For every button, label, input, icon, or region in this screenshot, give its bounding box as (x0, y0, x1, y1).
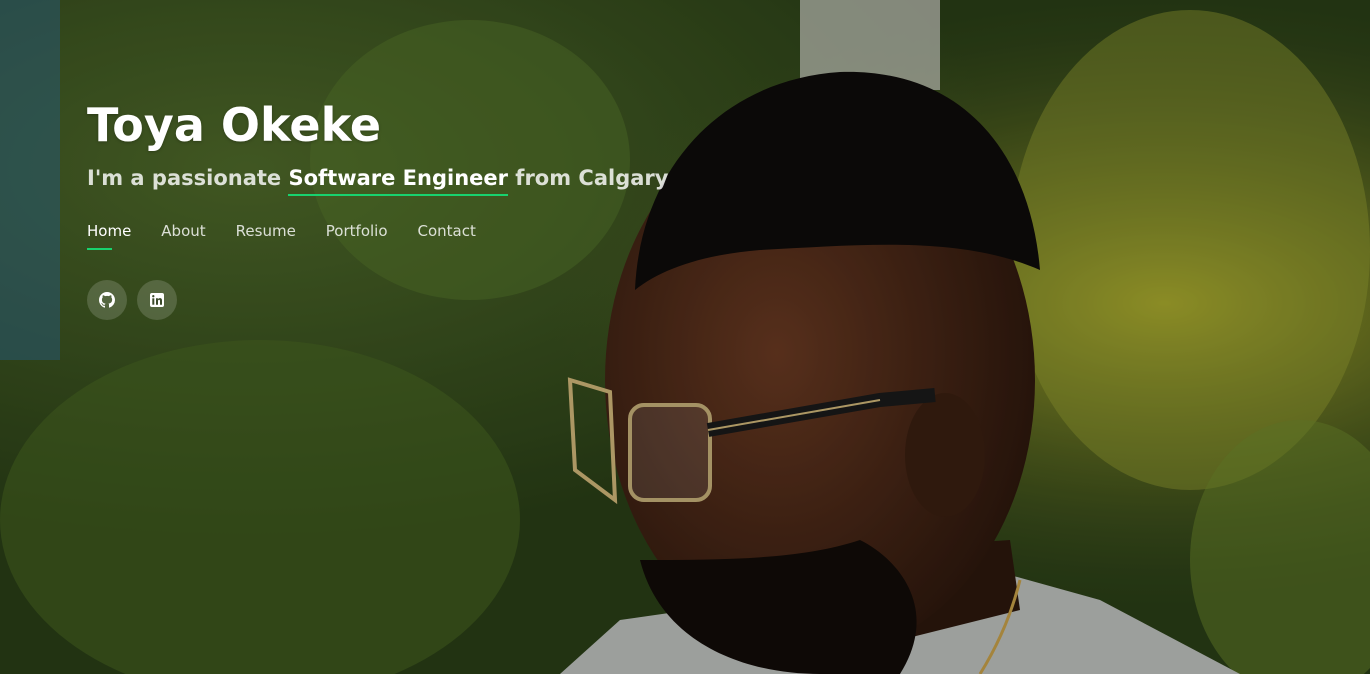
nav-item-about[interactable]: About (161, 220, 205, 250)
main-nav: Home About Resume Portfolio Contact (87, 220, 787, 250)
hero-section: Toya Okeke I'm a passionate Software Eng… (0, 0, 1370, 674)
nav-item-contact[interactable]: Contact (418, 220, 476, 250)
linkedin-button[interactable] (137, 280, 177, 320)
nav-item-portfolio[interactable]: Portfolio (326, 220, 388, 250)
linkedin-icon (150, 293, 164, 307)
subtitle-suffix: from Calgary (508, 166, 669, 190)
nav-item-resume[interactable]: Resume (236, 220, 296, 250)
subtitle-highlight: Software Engineer (288, 166, 508, 196)
social-links (87, 280, 787, 320)
hero-name: Toya Okeke (87, 98, 382, 152)
hero-content: Toya Okeke I'm a passionate Software Eng… (87, 96, 787, 320)
subtitle-prefix: I'm a passionate (87, 166, 289, 190)
github-button[interactable] (87, 280, 127, 320)
hero-subtitle: I'm a passionate Software Engineer from … (87, 160, 787, 196)
github-icon (99, 292, 115, 308)
nav-item-home[interactable]: Home (87, 220, 131, 250)
